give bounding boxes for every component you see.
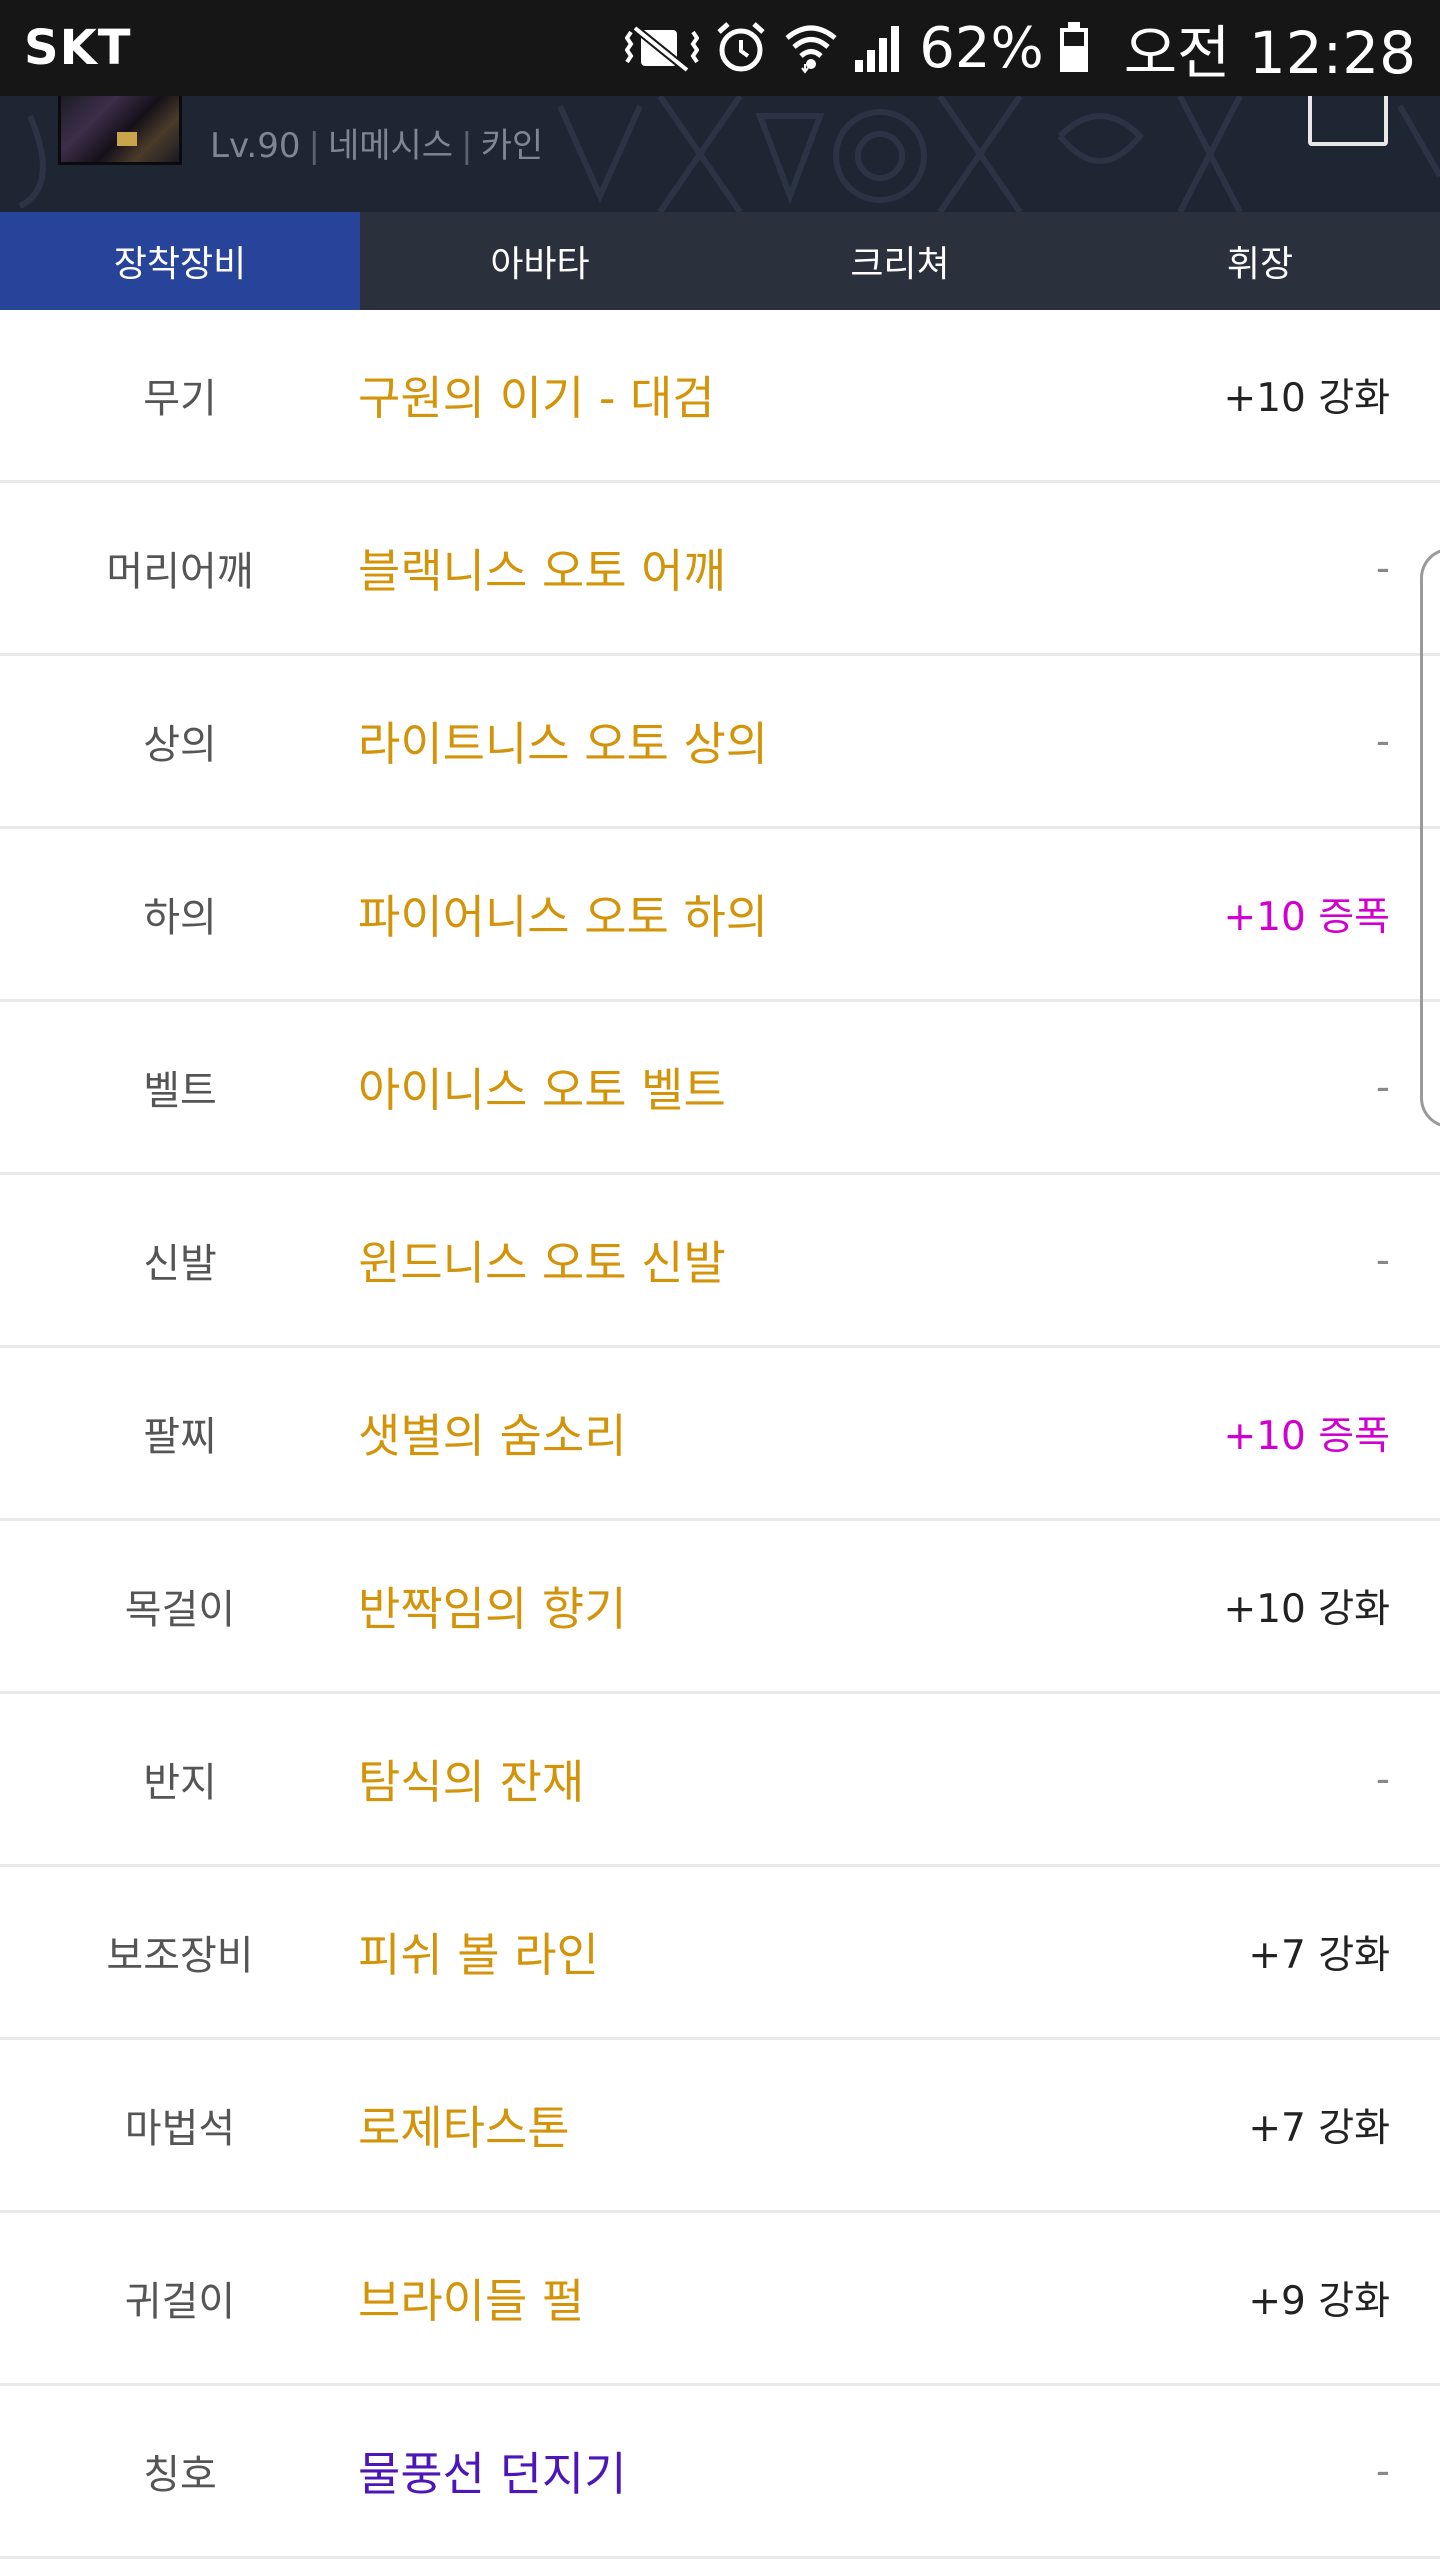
tab-avatar[interactable]: 아바타	[360, 212, 720, 310]
enhance-value: +10 증폭	[1223, 1414, 1390, 1459]
slot-label: 칭호	[143, 2452, 217, 2498]
slot-label: 무기	[143, 376, 217, 422]
item-name[interactable]: 파이어니스 오토 하의	[358, 829, 768, 999]
enhance-value: -	[1375, 545, 1390, 591]
list-item[interactable]: 목걸이 반짝임의 향기 +10 강화	[0, 1521, 1440, 1694]
tab-equipped[interactable]: 장착장비	[0, 212, 360, 310]
tab-insignia[interactable]: 휘장	[1080, 212, 1440, 310]
enhance-value: +9 강화	[1248, 2279, 1390, 2324]
item-name[interactable]: 브라이들 펄	[358, 2213, 584, 2383]
wifi-icon	[783, 20, 839, 76]
item-name[interactable]: 아이니스 오토 벨트	[358, 1002, 726, 1172]
battery-icon	[1058, 20, 1090, 76]
item-name[interactable]: 로제타스톤	[358, 2040, 570, 2210]
list-item[interactable]: 반지 탐식의 잔재 -	[0, 1694, 1440, 1867]
list-item[interactable]: 신발 윈드니스 오토 신발 -	[0, 1175, 1440, 1348]
item-name[interactable]: 구원의 이기 - 대검	[358, 310, 715, 480]
item-name[interactable]: 물풍선 던지기	[358, 2386, 627, 2556]
character-avatar[interactable]	[58, 96, 182, 165]
slot-label: 벨트	[143, 1068, 217, 1114]
character-header: Lv.90 | 네메시스 | 카인	[0, 96, 1440, 212]
status-icons: 62% 오전 12:28	[625, 6, 1416, 90]
scroll-handle[interactable]	[1420, 548, 1440, 1128]
slot-label: 귀걸이	[124, 2279, 236, 2325]
item-name[interactable]: 피쉬 볼 라인	[358, 1867, 599, 2037]
character-level: Lv.90	[210, 126, 301, 166]
slot-label: 보조장비	[106, 1933, 254, 1979]
item-name[interactable]: 샛별의 숨소리	[358, 1348, 627, 1518]
alarm-icon	[713, 20, 769, 76]
status-bar: SKT 62% 오전 12:28	[0, 0, 1440, 96]
list-item[interactable]: 벨트 아이니스 오토 벨트 -	[0, 1002, 1440, 1175]
enhance-value: -	[1375, 1237, 1390, 1283]
character-class: 카인	[480, 126, 544, 166]
enhance-value: +7 강화	[1248, 1933, 1390, 1978]
character-info: Lv.90 | 네메시스 | 카인	[210, 126, 544, 166]
slot-label: 신발	[143, 1241, 217, 1287]
slot-label: 팔찌	[143, 1414, 217, 1460]
character-server: 네메시스	[327, 126, 454, 166]
list-item[interactable]: 귀걸이 브라이들 펄 +9 강화	[0, 2213, 1440, 2386]
enhance-value: +10 강화	[1223, 1587, 1390, 1632]
item-name[interactable]: 라이트니스 오토 상의	[358, 656, 768, 826]
slot-label: 마법석	[124, 2106, 236, 2152]
item-name[interactable]: 반짝임의 향기	[358, 1521, 627, 1691]
slot-label: 상의	[143, 722, 217, 768]
item-name[interactable]: 탐식의 잔재	[358, 1694, 584, 1864]
slot-label: 반지	[143, 1760, 217, 1806]
item-name[interactable]: 블랙니스 오토 어깨	[358, 483, 726, 653]
enhance-value: -	[1375, 718, 1390, 764]
battery-percent: 62%	[919, 15, 1044, 81]
slot-label: 목걸이	[124, 1587, 236, 1633]
list-item[interactable]: 칭호 물풍선 던지기 -	[0, 2386, 1440, 2559]
signal-icon	[853, 20, 905, 76]
enhance-value: +10 증폭	[1223, 895, 1390, 940]
list-item[interactable]: 마법석 로제타스톤 +7 강화	[0, 2040, 1440, 2213]
enhance-value: +7 강화	[1248, 2106, 1390, 2151]
item-name[interactable]: 윈드니스 오토 신발	[358, 1175, 726, 1345]
equipment-list: 무기 구원의 이기 - 대검 +10 강화 머리어깨 블랙니스 오토 어깨 - …	[0, 310, 1440, 2559]
list-item[interactable]: 상의 라이트니스 오토 상의 -	[0, 656, 1440, 829]
enhance-value: -	[1375, 2448, 1390, 2494]
vibrate-mute-icon	[625, 20, 700, 76]
list-item[interactable]: 보조장비 피쉬 볼 라인 +7 강화	[0, 1867, 1440, 2040]
carrier-label: SKT	[24, 20, 132, 76]
equipment-tabs: 장착장비 아바타 크리쳐 휘장	[0, 212, 1440, 310]
slot-label: 머리어깨	[106, 549, 254, 595]
enhance-value: +10 강화	[1223, 376, 1390, 421]
clock: 오전 12:28	[1123, 19, 1416, 87]
list-item[interactable]: 하의 파이어니스 오토 하의 +10 증폭	[0, 829, 1440, 1002]
enhance-value: -	[1375, 1064, 1390, 1110]
header-action-icon[interactable]	[1308, 96, 1388, 146]
tab-creature[interactable]: 크리쳐	[720, 212, 1080, 310]
enhance-value: -	[1375, 1756, 1390, 1802]
list-item[interactable]: 팔찌 샛별의 숨소리 +10 증폭	[0, 1348, 1440, 1521]
slot-label: 하의	[143, 895, 217, 941]
list-item[interactable]: 무기 구원의 이기 - 대검 +10 강화	[0, 310, 1440, 483]
list-item[interactable]: 머리어깨 블랙니스 오토 어깨 -	[0, 483, 1440, 656]
